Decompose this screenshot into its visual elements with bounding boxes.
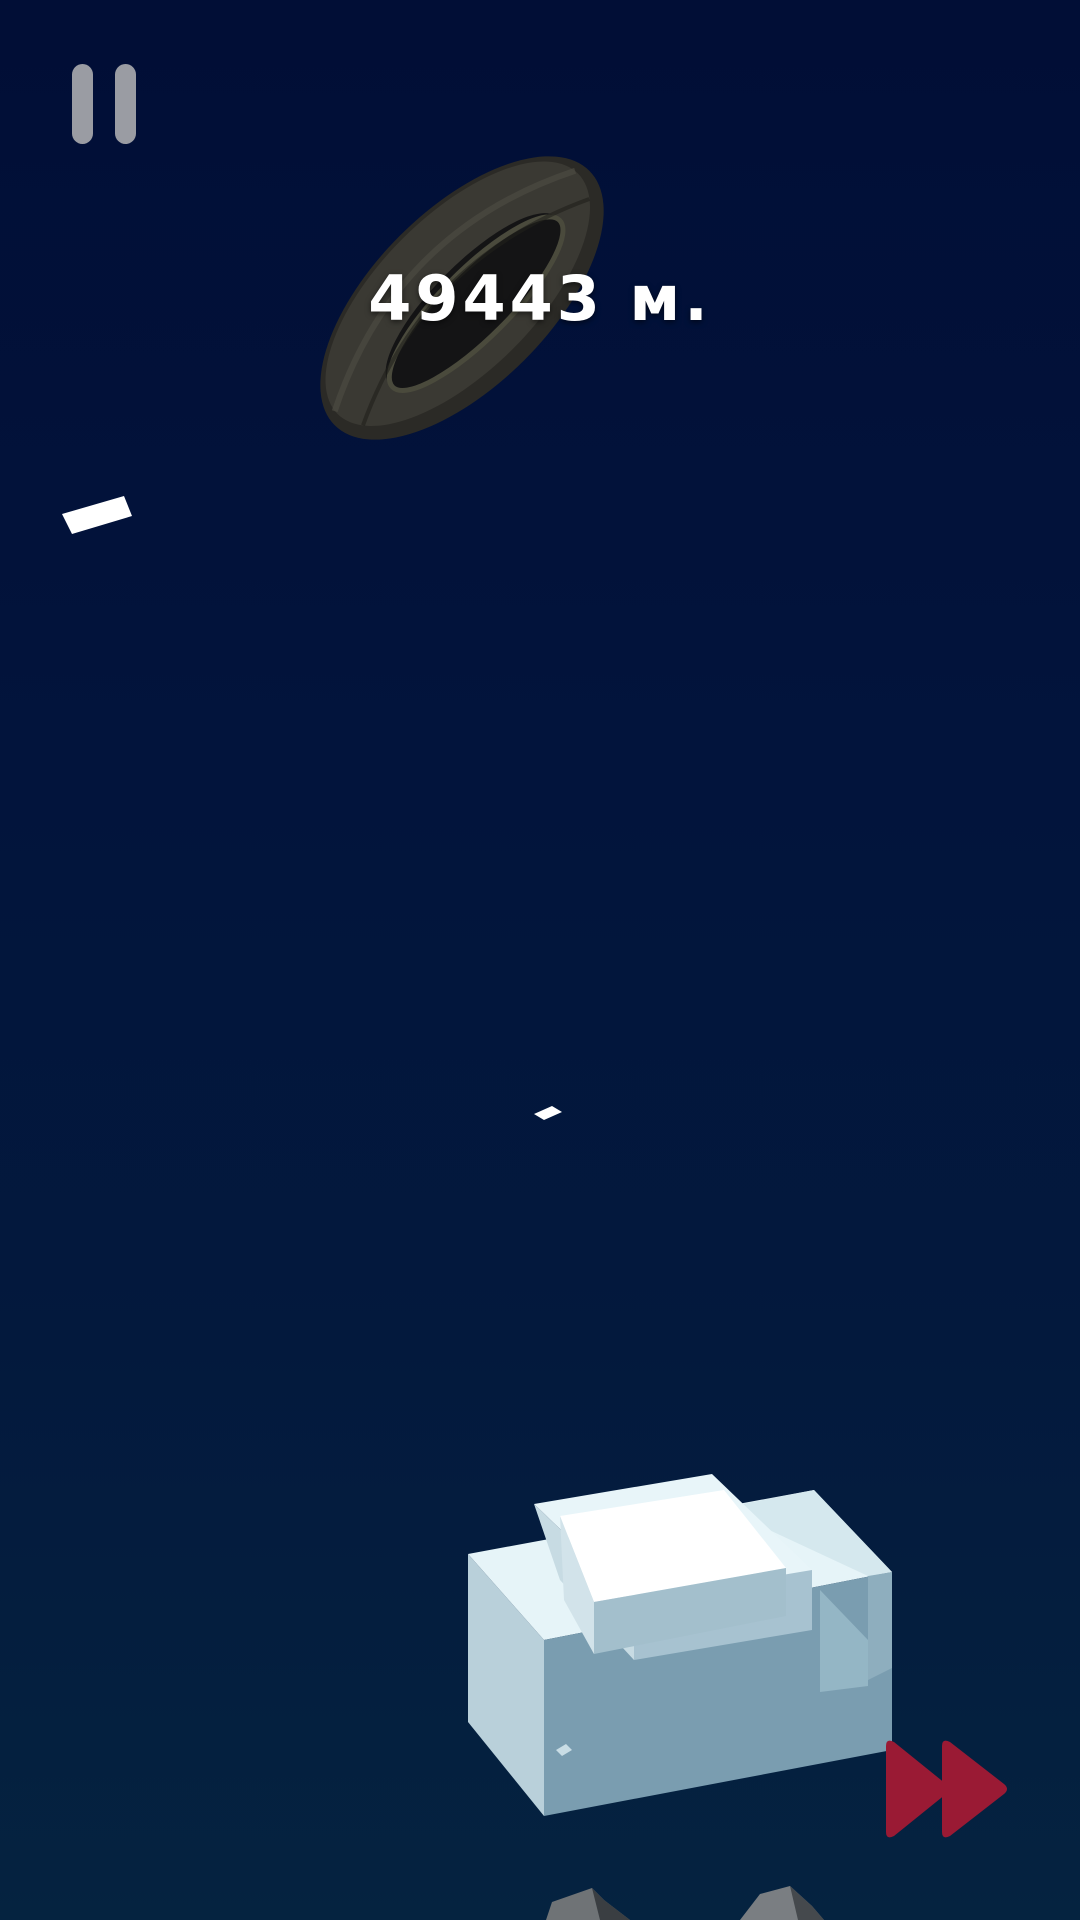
game-scene[interactable]: 49443 м. xyxy=(0,0,1080,1920)
rock-layer xyxy=(546,1886,824,1920)
fast-forward-icon xyxy=(886,1740,1007,1838)
fast-forward-button[interactable] xyxy=(880,1736,1018,1842)
